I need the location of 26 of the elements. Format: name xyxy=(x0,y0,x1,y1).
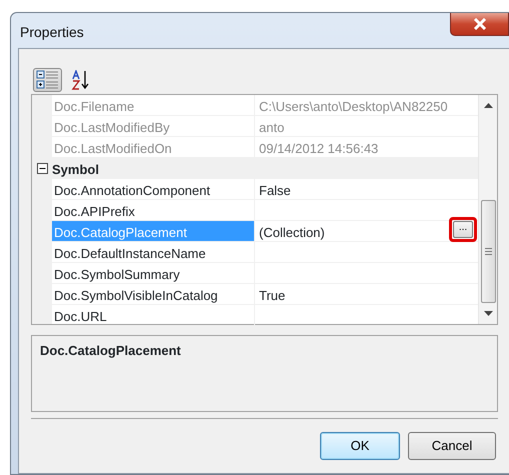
scroll-up-icon[interactable] xyxy=(484,103,492,108)
grip-icon xyxy=(484,248,492,255)
sort-alphabetical-icon xyxy=(70,70,90,90)
categorized-view-button[interactable] xyxy=(33,68,62,92)
scroll-down-icon[interactable] xyxy=(484,311,492,316)
ok-button[interactable]: OK xyxy=(320,432,400,460)
ellipsis-button[interactable]: ... xyxy=(453,221,473,238)
property-name[interactable]: Doc.SymbolSummary xyxy=(52,263,255,283)
property-name[interactable]: Doc.SymbolVisibleInCatalog xyxy=(52,284,255,304)
scrollbar[interactable] xyxy=(478,95,497,324)
property-value[interactable]: False xyxy=(259,181,291,200)
collapse-icon[interactable] xyxy=(36,162,48,174)
close-icon xyxy=(472,18,486,30)
category-label[interactable]: Symbol xyxy=(52,158,478,178)
window-title: Properties xyxy=(19,23,84,42)
close-button[interactable] xyxy=(450,13,509,36)
cancel-button[interactable]: Cancel xyxy=(408,432,496,460)
property-name[interactable]: Doc.APIPrefix xyxy=(52,200,255,220)
description-title: Doc.CatalogPlacement xyxy=(40,343,181,358)
property-value[interactable]: (Collection) xyxy=(259,223,325,242)
property-name[interactable]: Doc.URL xyxy=(52,305,255,325)
property-name[interactable]: Doc.AnnotationComponent xyxy=(52,179,255,199)
scrollbar-thumb[interactable] xyxy=(480,200,496,303)
categorized-view-icon xyxy=(36,70,60,90)
property-value[interactable]: True xyxy=(259,286,286,306)
property-name[interactable]: Doc.DefaultInstanceName xyxy=(52,242,255,262)
